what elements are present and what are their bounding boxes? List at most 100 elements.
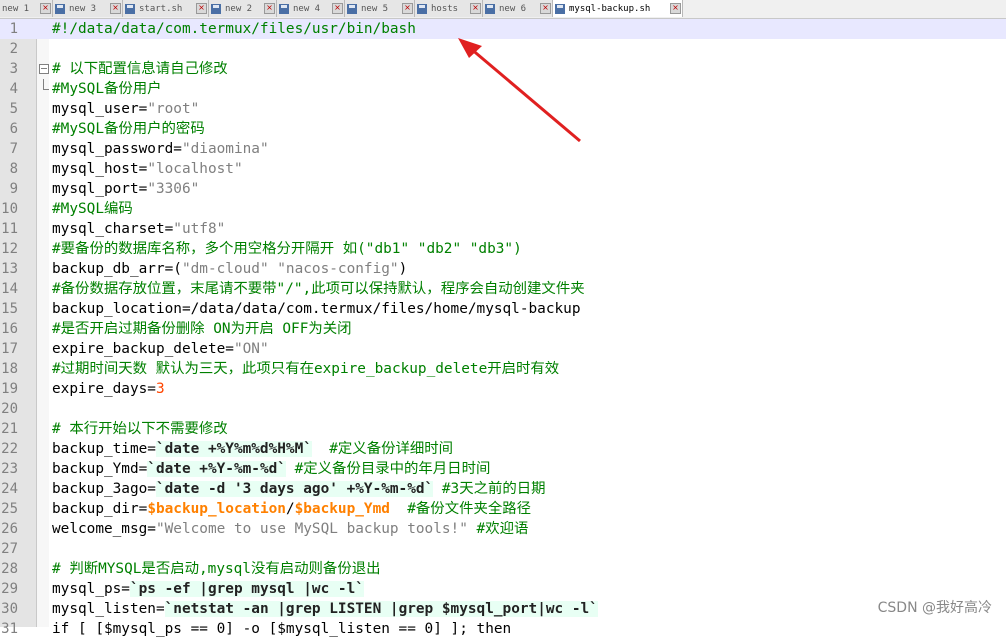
line-number: 26: [1, 521, 18, 537]
code-text: #MySQL备份用户的密码: [52, 121, 205, 137]
line-number: 18: [1, 361, 18, 377]
code-line[interactable]: 11 mysql_charset="utf8": [0, 219, 1006, 239]
code-line[interactable]: 19 expire_days=3: [0, 379, 1006, 399]
code-line[interactable]: 4 #MySQL备份用户: [0, 79, 1006, 99]
code-line[interactable]: 17 expire_backup_delete="ON": [0, 339, 1006, 359]
code-line[interactable]: 13 backup_db_arr=("dm-cloud" "nacos-confi…: [0, 259, 1006, 279]
tab-label: new 4: [293, 3, 321, 14]
line-number: 27: [1, 541, 18, 557]
line-number: 7: [9, 141, 18, 157]
line-number: 8: [9, 161, 18, 177]
line-number: 3: [9, 61, 18, 77]
line-number: 4: [9, 81, 18, 97]
tab-hosts[interactable]: hosts ×: [415, 0, 483, 17]
tab-label: new 2: [225, 3, 253, 14]
close-icon[interactable]: ×: [110, 3, 121, 14]
save-disk-icon: [347, 3, 357, 14]
tab-new-5[interactable]: new 5 ×: [345, 0, 415, 17]
save-disk-icon: [279, 3, 289, 14]
close-icon[interactable]: ×: [40, 3, 51, 14]
line-number: 16: [1, 321, 18, 337]
tab-new-3[interactable]: new 3 ×: [53, 0, 123, 17]
close-icon[interactable]: ×: [196, 3, 207, 14]
tab-mysql-backup-sh[interactable]: mysql-backup.sh ×: [553, 0, 683, 17]
line-number: 19: [1, 381, 18, 397]
code-text: mysql_host="localhost": [52, 161, 243, 177]
code-text: backup_time=`date +%Y%m%d%H%M` #定义备份详细时间: [52, 441, 454, 457]
close-icon[interactable]: ×: [670, 3, 681, 14]
code-text: backup_location=/data/data/com.termux/fi…: [52, 301, 581, 317]
tab-label: hosts: [431, 3, 459, 14]
code-text: #MySQL编码: [52, 201, 133, 217]
fold-end-marker: [43, 79, 49, 90]
close-icon[interactable]: ×: [540, 3, 551, 14]
code-text: if [ [$mysql_ps == 0] -o [$mysql_listen …: [52, 621, 512, 637]
close-icon[interactable]: ×: [332, 3, 343, 14]
code-text: expire_days=3: [52, 381, 165, 397]
code-line[interactable]: 21 # 本行开始以下不需要修改: [0, 419, 1006, 439]
code-editor[interactable]: 1 #!/data/data/com.termux/files/usr/bin/b…: [0, 19, 1006, 637]
code-line[interactable]: 29 mysql_ps=`ps -ef |grep mysql |wc -l`: [0, 579, 1006, 599]
code-text: mysql_port="3306": [52, 181, 200, 197]
save-disk-icon: [55, 3, 65, 14]
close-icon[interactable]: ×: [264, 3, 275, 14]
tab-new-6[interactable]: new 6 ×: [483, 0, 553, 17]
tab-label: new 1: [2, 3, 30, 14]
tab-label: new 6: [499, 3, 527, 14]
code-line[interactable]: 8 mysql_host="localhost": [0, 159, 1006, 179]
line-number: 23: [1, 461, 18, 477]
code-line[interactable]: 30 mysql_listen=`netstat -an |grep LISTEN…: [0, 599, 1006, 619]
code-text: mysql_listen=`netstat -an |grep LISTEN |…: [52, 601, 598, 617]
code-text: # 以下配置信息请自己修改: [52, 61, 228, 77]
line-number: 28: [1, 561, 18, 577]
code-text: # 判断MYSQL是否启动,mysql没有启动则备份退出: [52, 561, 381, 577]
code-line[interactable]: 24 backup_3ago=`date -d '3 days ago' +%Y-…: [0, 479, 1006, 499]
code-line[interactable]: 7 mysql_password="diaomina": [0, 139, 1006, 159]
save-disk-icon: [125, 3, 135, 14]
code-line[interactable]: 22 backup_time=`date +%Y%m%d%H%M` #定义备份详细…: [0, 439, 1006, 459]
code-line[interactable]: 14 #备份数据存放位置，末尾请不要带"/",此项可以保持默认，程序会自动创建文件…: [0, 279, 1006, 299]
code-text: expire_backup_delete="ON": [52, 341, 269, 357]
code-text: #过期时间天数 默认为三天，此项只有在expire_backup_delete开…: [52, 361, 560, 377]
line-number: 22: [1, 441, 18, 457]
code-text: mysql_ps=`ps -ef |grep mysql |wc -l`: [52, 581, 364, 597]
code-line[interactable]: 3 # 以下配置信息请自己修改: [0, 59, 1006, 79]
tab-start-sh[interactable]: start.sh ×: [123, 0, 209, 17]
tab-new-1[interactable]: new 1 ×: [0, 0, 53, 17]
line-number: 30: [1, 601, 18, 617]
line-number: 5: [9, 101, 18, 117]
code-line[interactable]: 23 backup_Ymd=`date +%Y-%m-%d` #定义备份目录中的年…: [0, 459, 1006, 479]
tab-new-2[interactable]: new 2 ×: [209, 0, 277, 17]
code-text: backup_dir=$backup_location/$backup_Ymd …: [52, 501, 532, 517]
code-line[interactable]: 2: [0, 39, 1006, 59]
tab-label: new 3: [69, 3, 97, 14]
code-line[interactable]: 20: [0, 399, 1006, 419]
watermark: CSDN @我好高冷: [877, 600, 992, 616]
line-number: 13: [1, 261, 18, 277]
code-line[interactable]: 6 #MySQL备份用户的密码: [0, 119, 1006, 139]
code-line[interactable]: 26 welcome_msg="Welcome to use MySQL back…: [0, 519, 1006, 539]
fold-toggle-icon[interactable]: [39, 64, 49, 74]
close-icon[interactable]: ×: [402, 3, 413, 14]
code-line[interactable]: 31 if [ [$mysql_ps == 0] -o [$mysql_liste…: [0, 619, 1006, 639]
close-icon[interactable]: ×: [470, 3, 481, 14]
tab-new-4[interactable]: new 4 ×: [277, 0, 345, 17]
code-line[interactable]: 25 backup_dir=$backup_location/$backup_Ym…: [0, 499, 1006, 519]
code-text: #!/data/data/com.termux/files/usr/bin/ba…: [52, 21, 416, 37]
line-number: 12: [1, 241, 18, 257]
code-line[interactable]: 10 #MySQL编码: [0, 199, 1006, 219]
code-line[interactable]: 16 #是否开启过期备份删除 ON为开启 OFF为关闭: [0, 319, 1006, 339]
code-line[interactable]: 28 # 判断MYSQL是否启动,mysql没有启动则备份退出: [0, 559, 1006, 579]
code-text: mysql_password="diaomina": [52, 141, 269, 157]
line-number: 25: [1, 501, 18, 517]
code-line[interactable]: 15 backup_location=/data/data/com.termux/…: [0, 299, 1006, 319]
code-line[interactable]: 27: [0, 539, 1006, 559]
code-line[interactable]: 9 mysql_port="3306": [0, 179, 1006, 199]
code-line[interactable]: 18 #过期时间天数 默认为三天，此项只有在expire_backup_delet…: [0, 359, 1006, 379]
code-line[interactable]: 1 #!/data/data/com.termux/files/usr/bin/b…: [0, 19, 1006, 39]
line-number: 15: [1, 301, 18, 317]
code-text: backup_3ago=`date -d '3 days ago' +%Y-%m…: [52, 481, 546, 497]
tab-label: start.sh: [139, 3, 183, 14]
code-line[interactable]: 5 mysql_user="root": [0, 99, 1006, 119]
code-line[interactable]: 12 #要备份的数据库名称，多个用空格分开隔开 如("db1" "db2" "db…: [0, 239, 1006, 259]
